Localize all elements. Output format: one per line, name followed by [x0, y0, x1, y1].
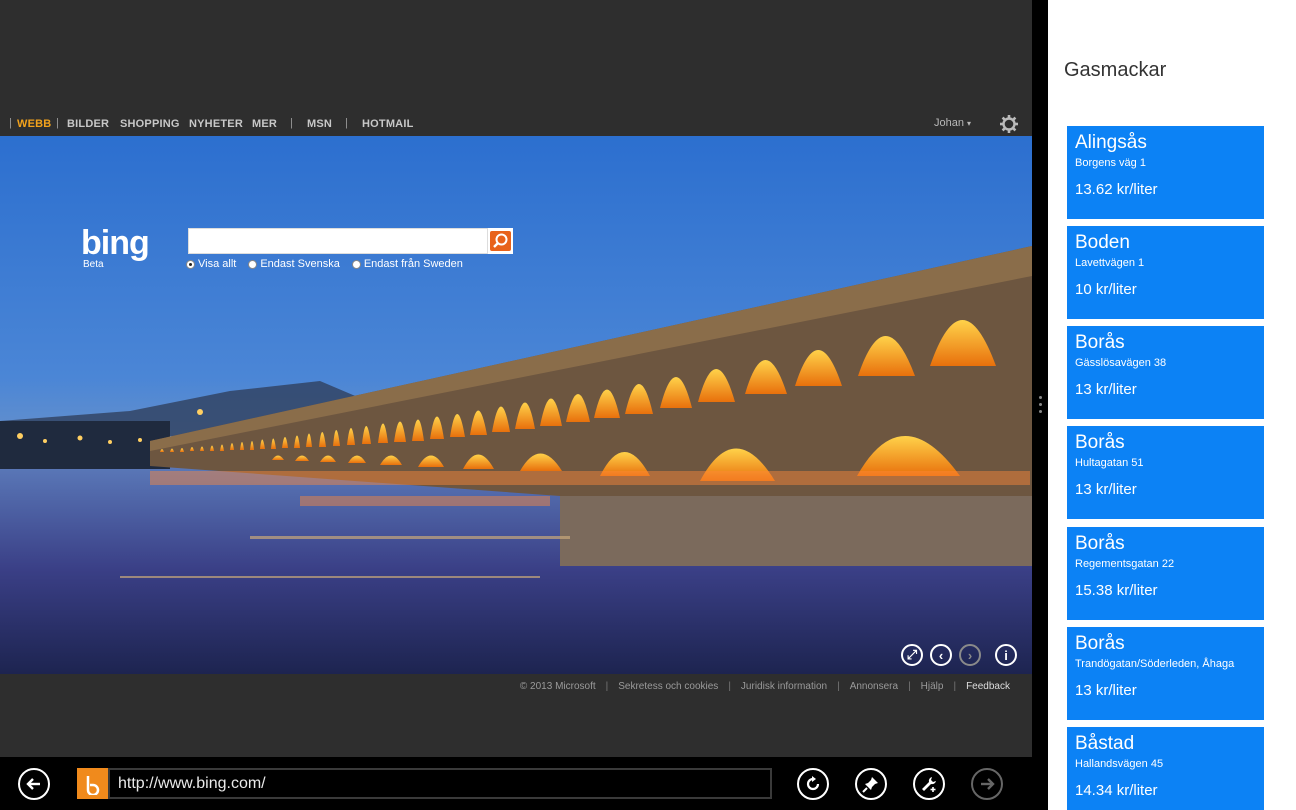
station-street: Borgens väg 1 [1075, 157, 1146, 169]
station-price: 10 kr/liter [1075, 281, 1137, 298]
search-button[interactable] [488, 228, 513, 254]
station-tile[interactable]: Båstad Hallandsvägen 45 14.34 kr/liter [1067, 727, 1264, 810]
station-tile[interactable]: Boden Lavettvägen 1 10 kr/liter [1067, 226, 1264, 319]
top-navigation: | WEBB | BILDER SHOPPING NYHETER MER | M… [0, 112, 1032, 136]
bing-logo[interactable]: bing [81, 224, 150, 263]
scope-label: Endast Svenska [260, 258, 340, 270]
bing-favicon [77, 768, 108, 799]
advertise-link[interactable]: Annonsera [850, 681, 898, 692]
nav-item-bilder[interactable]: BILDER [67, 118, 109, 130]
forward-button[interactable] [971, 768, 1003, 800]
help-link[interactable]: Hjälp [921, 681, 944, 692]
splitter-grip-dot [1039, 403, 1042, 406]
snap-splitter[interactable] [1032, 0, 1048, 810]
nav-item-shopping[interactable]: SHOPPING [120, 118, 180, 130]
background-image [0, 136, 1032, 674]
nav-separator: | [56, 117, 59, 129]
footer-separator: | [728, 681, 731, 692]
pin-icon [862, 777, 878, 793]
scope-option-from-sweden[interactable]: Endast från Sweden [351, 258, 463, 270]
station-city: Boden [1075, 232, 1130, 253]
station-street: Hultagatan 51 [1075, 457, 1144, 469]
back-button[interactable] [18, 768, 50, 800]
station-tile[interactable]: Alingsås Borgens väg 1 13.62 kr/liter [1067, 126, 1264, 219]
station-tile[interactable]: Borås Gässlösavägen 38 13 kr/liter [1067, 326, 1264, 419]
nav-item-hotmail[interactable]: HOTMAIL [362, 118, 414, 130]
station-tile[interactable]: Borås Trandögatan/Söderleden, Åhaga 13 k… [1067, 627, 1264, 720]
station-tile[interactable]: Borås Regementsgatan 22 15.38 kr/liter [1067, 527, 1264, 620]
station-price: 13 kr/liter [1075, 682, 1137, 699]
nav-item-nyheter[interactable]: NYHETER [189, 118, 243, 130]
next-image-icon[interactable]: › [959, 644, 981, 666]
footer-separator: | [953, 681, 957, 692]
privacy-link[interactable]: Sekretess och cookies [618, 681, 718, 692]
splitter-grip-dot [1039, 396, 1042, 399]
user-name: Johan [934, 117, 964, 129]
page-tools-button[interactable] [913, 768, 945, 800]
refresh-icon [806, 776, 820, 791]
app-title: Gasmackar [1064, 59, 1167, 81]
refresh-button[interactable] [797, 768, 829, 800]
bing-b-icon [81, 772, 104, 795]
nav-separator: | [345, 117, 348, 129]
station-city: Borås [1075, 633, 1125, 654]
user-menu[interactable]: Johan ▾ [934, 117, 971, 129]
chevron-down-icon: ▾ [967, 119, 972, 128]
scope-label: Endast från Sweden [363, 258, 463, 270]
forward-icon [981, 778, 995, 790]
copyright: © 2013 Microsoft [519, 681, 596, 692]
splitter-grip-dot [1039, 410, 1042, 413]
station-street: Gässlösavägen 38 [1075, 357, 1167, 369]
radio [351, 259, 361, 269]
back-icon [26, 778, 40, 790]
radio [248, 259, 258, 269]
search-input[interactable] [188, 228, 488, 254]
station-price: 13 kr/liter [1075, 481, 1137, 498]
info-icon[interactable]: i [995, 644, 1017, 666]
snapped-app: Gasmackar Alingsås Borgens väg 1 13.62 k… [1048, 0, 1296, 810]
search-scope: Visa allt Endast Svenska Endast från Swe… [186, 258, 463, 270]
nav-separator: | [9, 117, 12, 129]
station-street: Regementsgatan 22 [1075, 558, 1175, 570]
station-city: Båstad [1075, 733, 1135, 754]
browser-app-bar: http://www.bing.com/ [0, 757, 1032, 810]
station-price: 15.38 kr/liter [1075, 582, 1158, 599]
nav-item-webb[interactable]: WEBB [17, 118, 51, 130]
nav-item-msn[interactable]: MSN [307, 118, 332, 130]
station-city: Borås [1075, 533, 1125, 554]
station-tile[interactable]: Borås Hultagatan 51 13 kr/liter [1067, 426, 1264, 519]
nav-item-mer[interactable]: MER [252, 118, 277, 130]
footer-separator: | [837, 681, 840, 692]
station-city: Alingsås [1075, 132, 1147, 153]
station-price: 13 kr/liter [1075, 381, 1137, 398]
footer-links: © 2013 Microsoft | Sekretess och cookies… [520, 681, 1010, 692]
feedback-link[interactable]: Feedback [966, 681, 1010, 692]
footer-separator: | [908, 681, 911, 692]
station-street: Trandögatan/Söderleden, Åhaga [1075, 658, 1235, 670]
radio-selected [186, 259, 195, 269]
previous-image-icon[interactable]: ‹ [930, 644, 952, 666]
gear-icon[interactable] [999, 114, 1019, 134]
address-bar[interactable]: http://www.bing.com/ [108, 768, 772, 799]
station-price: 13.62 kr/liter [1075, 181, 1158, 198]
station-street: Hallandsvägen 45 [1075, 758, 1164, 770]
scope-label: Visa allt [198, 258, 237, 270]
pin-button[interactable] [855, 768, 887, 800]
beta-label: Beta [83, 259, 104, 270]
browser-window: | WEBB | BILDER SHOPPING NYHETER MER | M… [0, 0, 1032, 810]
tools-icon [922, 777, 936, 792]
legal-link[interactable]: Juridisk information [741, 681, 827, 692]
search-icon [493, 233, 508, 248]
station-city: Borås [1075, 432, 1125, 453]
footer-separator: | [605, 681, 609, 692]
station-city: Borås [1075, 332, 1125, 353]
scope-option-swedish[interactable]: Endast Svenska [248, 258, 340, 270]
station-price: 14.34 kr/liter [1075, 782, 1158, 799]
scope-option-all[interactable]: Visa allt [186, 258, 236, 270]
expand-icon[interactable]: ⤢ [901, 644, 923, 666]
nav-separator: | [290, 117, 293, 129]
station-street: Lavettvägen 1 [1075, 257, 1145, 269]
